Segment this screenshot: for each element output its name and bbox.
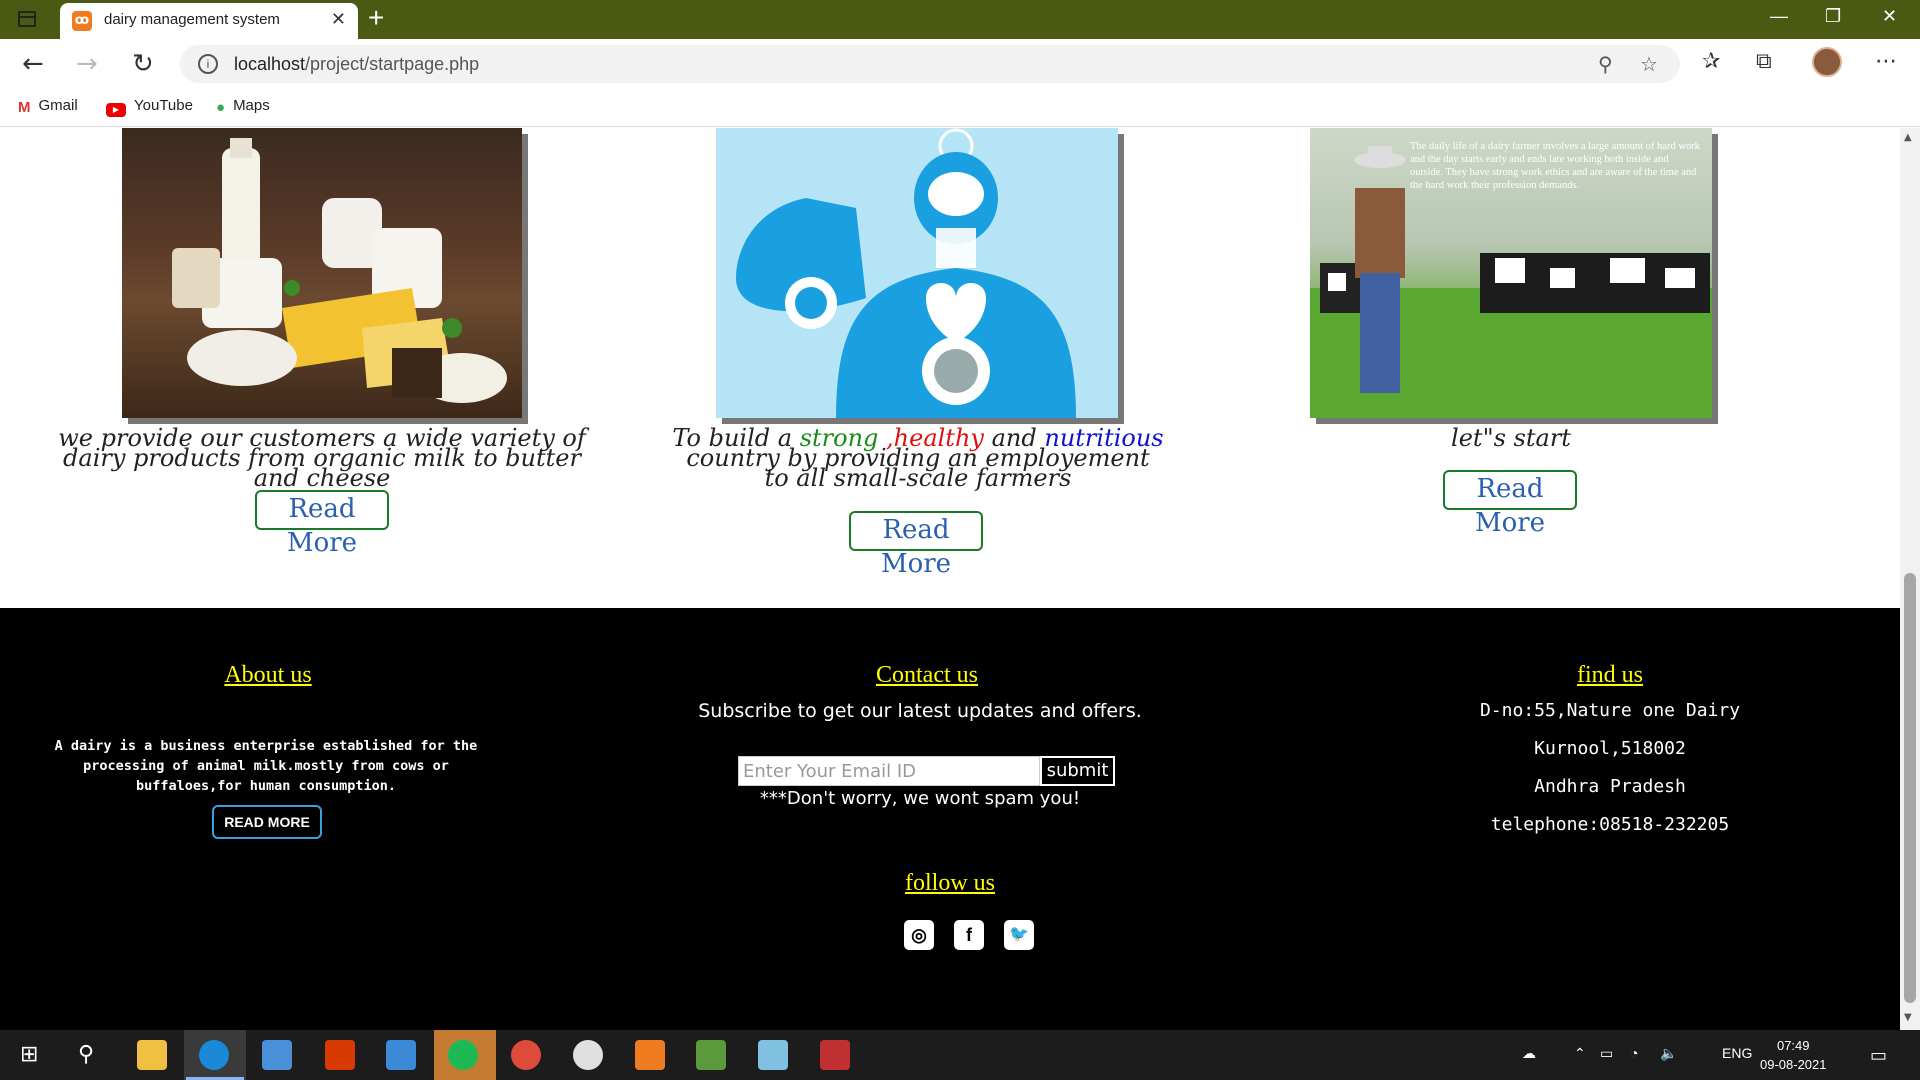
add-favorite-icon[interactable]: ☆ xyxy=(1640,52,1658,76)
contact-us-heading[interactable]: Contact us xyxy=(777,662,1077,689)
volume-icon[interactable]: 🔈 xyxy=(1660,1045,1677,1062)
collections-icon[interactable]: ⧉ xyxy=(1756,49,1772,74)
no-spam-text: ***Don't worry, we wont spam you! xyxy=(759,788,1081,809)
about-read-more-button[interactable]: READ MORE xyxy=(212,805,322,839)
restore-button[interactable]: ❐ xyxy=(1825,6,1841,27)
address-line-3: Andhra Pradesh xyxy=(1534,776,1686,797)
xampp-favicon-icon: ꝏ xyxy=(72,11,92,31)
edge-icon[interactable] xyxy=(199,1040,229,1070)
more-menu-icon[interactable]: ⋯ xyxy=(1875,49,1897,74)
bookmark-gmail[interactable]: M Gmail xyxy=(18,97,78,116)
healthy-body-illustration xyxy=(736,128,1076,418)
email-input[interactable] xyxy=(738,756,1040,786)
spotify-icon[interactable] xyxy=(448,1040,478,1070)
forward-arrow-icon[interactable]: → xyxy=(76,49,98,79)
tab-actions-icon[interactable] xyxy=(18,11,36,27)
profile-avatar[interactable] xyxy=(1812,47,1842,77)
healthy-nation-image xyxy=(716,128,1118,418)
address-bar[interactable]: i localhost/project/startpage.php ⚲ ☆ xyxy=(180,45,1680,83)
browser-tab[interactable]: ꝏ dairy management system ✕ xyxy=(60,3,358,39)
windows-taskbar: ⊞ ⚲ ☁ ⌃ ▭ ◔ 🔈 ENG 07:49 09-08-2021 ▭ xyxy=(0,1030,1920,1080)
clock[interactable]: 07:49 09-08-2021 xyxy=(1760,1036,1827,1074)
read-more-button-mission[interactable]: Read More xyxy=(849,511,983,579)
image-editor-icon[interactable] xyxy=(696,1040,726,1070)
clock-time: 07:49 xyxy=(1776,1038,1810,1053)
dairy-products-image xyxy=(122,128,522,418)
weather-icon[interactable]: ☁ xyxy=(1522,1045,1536,1062)
card-caption-products: we provide our customers a wide variety … xyxy=(58,424,586,492)
twitter-icon[interactable]: 🐦 xyxy=(1004,920,1034,950)
colorful-app-icon[interactable] xyxy=(573,1040,603,1070)
instagram-icon[interactable]: ◎ xyxy=(904,920,934,950)
battery-icon[interactable]: ▭ xyxy=(1600,1045,1613,1062)
facebook-icon[interactable]: f xyxy=(954,920,984,950)
telephone-line: telephone:08518-232205 xyxy=(1490,814,1730,835)
tab-title: dairy management system xyxy=(104,11,280,28)
page-scrollbar[interactable]: ▲ ▼ xyxy=(1900,128,1920,1030)
chrome-icon[interactable] xyxy=(511,1040,541,1070)
read-more-button-start[interactable]: Read More xyxy=(1443,470,1577,538)
show-hidden-icons[interactable]: ⌃ xyxy=(1574,1045,1586,1062)
network-icon[interactable]: ◔ xyxy=(1630,1045,1638,1061)
windows-start-icon[interactable]: ⊞ xyxy=(20,1042,38,1067)
search-icon[interactable]: ⚲ xyxy=(78,1042,94,1067)
scroll-thumb[interactable] xyxy=(1904,573,1916,1003)
browser-titlebar: ꝏ dairy management system ✕ + — ❐ ✕ xyxy=(0,0,1920,39)
address-line-2: Kurnool,518002 xyxy=(1534,738,1686,759)
about-us-text: A dairy is a business enterprise establi… xyxy=(54,738,478,794)
clock-date: 09-08-2021 xyxy=(1760,1057,1827,1072)
submit-button[interactable]: submit xyxy=(1040,756,1115,786)
mail-icon[interactable] xyxy=(386,1040,416,1070)
reload-icon[interactable]: ↻ xyxy=(132,49,154,79)
youtube-icon: ▶ xyxy=(106,103,126,117)
card-caption-mission: To build a strong ,healthy and nutritiou… xyxy=(672,424,1164,492)
maps-pin-icon: ● xyxy=(216,99,226,116)
about-us-heading[interactable]: About us xyxy=(118,662,418,689)
scroll-down-icon[interactable]: ▼ xyxy=(1904,1012,1912,1023)
page-content: we provide our customers a wide variety … xyxy=(0,128,1900,1030)
gmail-icon: M xyxy=(18,99,31,116)
snipping-tool-icon[interactable] xyxy=(820,1040,850,1070)
farmer-image-caption: The daily life of a dairy farmer involve… xyxy=(1410,141,1700,191)
notepad-icon[interactable] xyxy=(758,1040,788,1070)
bookmark-maps[interactable]: ● Maps xyxy=(216,97,270,116)
favorites-icon[interactable]: ✰ xyxy=(1702,49,1720,74)
bookmark-youtube[interactable]: ▶ YouTube xyxy=(106,97,193,117)
office-icon[interactable] xyxy=(325,1040,355,1070)
farmer-cows-image: The daily life of a dairy farmer involve… xyxy=(1310,128,1712,418)
follow-us-heading[interactable]: follow us xyxy=(800,870,1100,897)
read-more-button-products[interactable]: Read More xyxy=(255,490,389,558)
bookmarks-bar: M Gmail ▶ YouTube ● Maps xyxy=(0,89,1920,127)
minimize-button[interactable]: — xyxy=(1770,6,1788,27)
address-line-1: D-no:55,Nature one Dairy xyxy=(1479,700,1741,721)
file-explorer-icon[interactable] xyxy=(137,1040,167,1070)
new-tab-button[interactable]: + xyxy=(368,2,384,34)
scroll-up-icon[interactable]: ▲ xyxy=(1904,132,1912,143)
zoom-icon[interactable]: ⚲ xyxy=(1598,52,1613,76)
store-icon[interactable] xyxy=(262,1040,292,1070)
xampp-icon[interactable] xyxy=(635,1040,665,1070)
site-info-icon[interactable]: i xyxy=(198,54,218,74)
subscribe-text: Subscribe to get our latest updates and … xyxy=(698,700,1142,722)
dairy-products-illustration xyxy=(172,138,507,403)
site-footer: About us A dairy is a business enterpris… xyxy=(0,608,1900,1030)
back-arrow-icon[interactable]: ← xyxy=(22,49,44,79)
url-text[interactable]: localhost/project/startpage.php xyxy=(234,54,479,75)
notifications-icon[interactable]: ▭ xyxy=(1870,1045,1887,1066)
card-caption-start: let"s start xyxy=(1451,424,1571,452)
browser-toolbar: ← → ↻ i localhost/project/startpage.php … xyxy=(0,39,1920,89)
close-window-button[interactable]: ✕ xyxy=(1882,6,1897,27)
language-indicator[interactable]: ENG xyxy=(1722,1045,1752,1061)
find-us-heading[interactable]: find us xyxy=(1460,662,1760,689)
tab-close-icon[interactable]: ✕ xyxy=(331,9,346,30)
